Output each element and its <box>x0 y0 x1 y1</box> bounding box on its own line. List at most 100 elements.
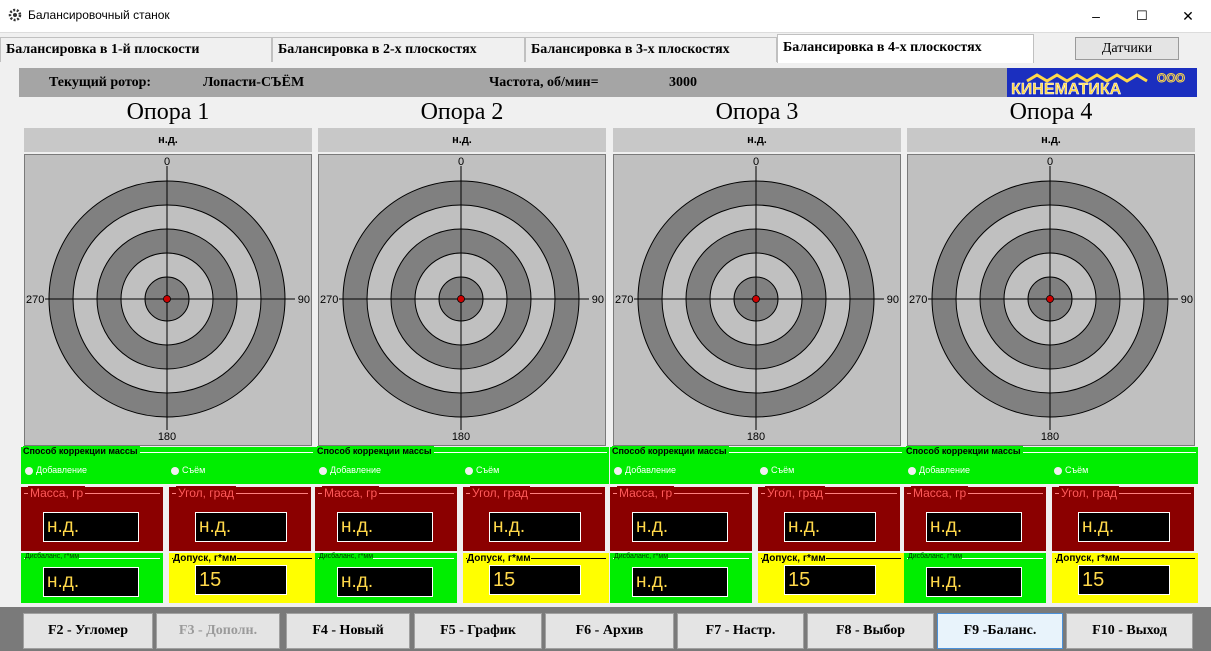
rotor-value: Лопасти-СЪЁМ <box>203 75 305 90</box>
support-status: н.д. <box>613 128 901 152</box>
imbalance-group: Дисбаланс, г*мм н.д. <box>610 553 752 603</box>
close-button[interactable]: ✕ <box>1165 0 1211 32</box>
polar-target[interactable]: 0 180 270 90 <box>24 154 312 446</box>
tolerance-group: Допуск, г*мм 15 <box>169 553 315 603</box>
f6-archive-button[interactable]: F6 - Архив <box>545 613 674 649</box>
tab-1-plane[interactable]: Балансировка в 1-й плоскости <box>0 37 272 62</box>
support-title: Опора 2 <box>420 99 504 125</box>
frequency-label: Частота, об/мин= <box>489 75 599 90</box>
radio-add[interactable]: Добавление <box>908 465 970 475</box>
mass-label: Масса, гр <box>911 486 969 500</box>
correction-method-group: Способ коррекции массы Добавление Съём <box>610 446 904 484</box>
support-status: н.д. <box>24 128 312 152</box>
imbalance-group: Дисбаланс, г*мм н.д. <box>315 553 457 603</box>
angle-display: н.д. <box>784 512 876 542</box>
rotor-label: Текущий ротор: <box>49 75 152 90</box>
imbalance-display: н.д. <box>337 567 433 597</box>
imbalance-group: Дисбаланс, г*мм н.д. <box>21 553 163 603</box>
tab-2-planes[interactable]: Балансировка в 2-х плоскостях <box>272 37 525 62</box>
angle-display: н.д. <box>1078 512 1170 542</box>
correction-method-group: Способ коррекции массы Добавление Съём <box>315 446 609 484</box>
support-title: Опора 3 <box>715 99 799 125</box>
support-status: н.д. <box>318 128 606 152</box>
tolerance-input[interactable]: 15 <box>489 565 581 595</box>
axis-label-right: 90 <box>298 294 310 306</box>
mass-display: н.д. <box>926 512 1022 542</box>
support-panel-1: Опора 1 н.д. 0 180 270 90 Способ коррекции мас… <box>21 97 315 605</box>
axis-label-left: 270 <box>26 294 44 306</box>
polar-target[interactable]: 0 180 270 90 <box>318 154 606 446</box>
mass-label: Масса, гр <box>617 486 675 500</box>
radio-add[interactable]: Добавление <box>614 465 676 475</box>
axis-label-top: 0 <box>458 156 464 168</box>
support-title: Опора 1 <box>126 99 210 125</box>
angle-group: Угол, град н.д. <box>758 486 900 551</box>
radio-add-label: Добавление <box>330 465 381 475</box>
axis-label-right: 90 <box>887 294 899 306</box>
tolerance-group: Допуск, г*мм 15 <box>1052 553 1198 603</box>
f7-settings-button[interactable]: F7 - Настр. <box>677 613 804 649</box>
radio-add[interactable]: Добавление <box>25 465 87 475</box>
support-panel-2: Опора 2 н.д. 0 180 270 90 Способ коррекции мас… <box>315 97 609 605</box>
radio-remove[interactable]: Съём <box>1054 465 1088 475</box>
angle-label: Угол, град <box>470 486 531 500</box>
center-dot <box>752 295 760 303</box>
tab-4-planes[interactable]: Балансировка в 4-х плоскостях <box>777 34 1034 63</box>
mass-display: н.д. <box>632 512 728 542</box>
tolerance-input[interactable]: 15 <box>1078 565 1170 595</box>
imbalance-label: Дисбаланс, г*мм <box>25 553 80 560</box>
radio-remove-label: Съём <box>1065 465 1089 475</box>
f8-select-button[interactable]: F8 - Выбор <box>807 613 934 649</box>
correction-method-label: Способ коррекции массы <box>612 446 729 456</box>
polar-target[interactable]: 0 180 270 90 <box>907 154 1195 446</box>
mass-group: Масса, гр н.д. <box>904 486 1046 551</box>
radio-circle-icon <box>1054 466 1062 475</box>
imbalance-display: н.д. <box>632 567 728 597</box>
center-dot <box>457 295 465 303</box>
radio-remove[interactable]: Съём <box>465 465 499 475</box>
tolerance-group: Допуск, г*мм 15 <box>758 553 904 603</box>
tab-3-planes[interactable]: Балансировка в 3-х плоскостях <box>525 37 777 62</box>
radio-remove[interactable]: Съём <box>171 465 205 475</box>
title-bar: Балансировочный станок – ☐ ✕ <box>0 0 1211 33</box>
axis-label-left: 270 <box>615 294 633 306</box>
f9-balance-button[interactable]: F9 -Баланс. <box>937 613 1063 649</box>
axis-label-top: 0 <box>753 156 759 168</box>
support-status: н.д. <box>907 128 1195 152</box>
polar-target[interactable]: 0 180 270 90 <box>613 154 901 446</box>
axis-label-right: 90 <box>592 294 604 306</box>
imbalance-group: Дисбаланс, г*мм н.д. <box>904 553 1046 603</box>
angle-display: н.д. <box>489 512 581 542</box>
radio-add[interactable]: Добавление <box>319 465 381 475</box>
f3-additional-button[interactable]: F3 - Дополн. <box>156 613 280 649</box>
sensors-button[interactable]: Датчики <box>1075 37 1179 60</box>
maximize-button[interactable]: ☐ <box>1119 0 1165 32</box>
minimize-button[interactable]: – <box>1073 0 1119 32</box>
tab-strip: Балансировка в 1-й плоскости Балансировк… <box>0 33 1211 63</box>
window-title: Балансировочный станок <box>28 8 170 22</box>
imbalance-display: н.д. <box>926 567 1022 597</box>
f2-protractor-button[interactable]: F2 - Угломер <box>23 613 153 649</box>
mass-display: н.д. <box>337 512 433 542</box>
angle-label: Угол, град <box>1059 486 1120 500</box>
correction-method-group: Способ коррекции массы Добавление Съём <box>904 446 1198 484</box>
angle-label: Угол, град <box>176 486 237 500</box>
angle-group: Угол, град н.д. <box>169 486 311 551</box>
axis-label-bottom: 180 <box>158 431 176 443</box>
frequency-value: 3000 <box>669 75 697 90</box>
tolerance-input[interactable]: 15 <box>195 565 287 595</box>
tolerance-label: Допуск, г*мм <box>467 553 531 564</box>
f5-graph-button[interactable]: F5 - График <box>414 613 542 649</box>
radio-circle-icon <box>614 466 622 475</box>
angle-label: Угол, град <box>765 486 826 500</box>
radio-add-label: Добавление <box>625 465 676 475</box>
correction-method-label: Способ коррекции массы <box>23 446 140 456</box>
svg-text:ООО: ООО <box>1157 71 1185 85</box>
radio-circle-icon <box>760 466 768 475</box>
tolerance-input[interactable]: 15 <box>784 565 876 595</box>
f4-new-button[interactable]: F4 - Новый <box>286 613 410 649</box>
tolerance-group: Допуск, г*мм 15 <box>463 553 609 603</box>
f10-exit-button[interactable]: F10 - Выход <box>1066 613 1193 649</box>
center-dot <box>1046 295 1054 303</box>
radio-remove[interactable]: Съём <box>760 465 794 475</box>
